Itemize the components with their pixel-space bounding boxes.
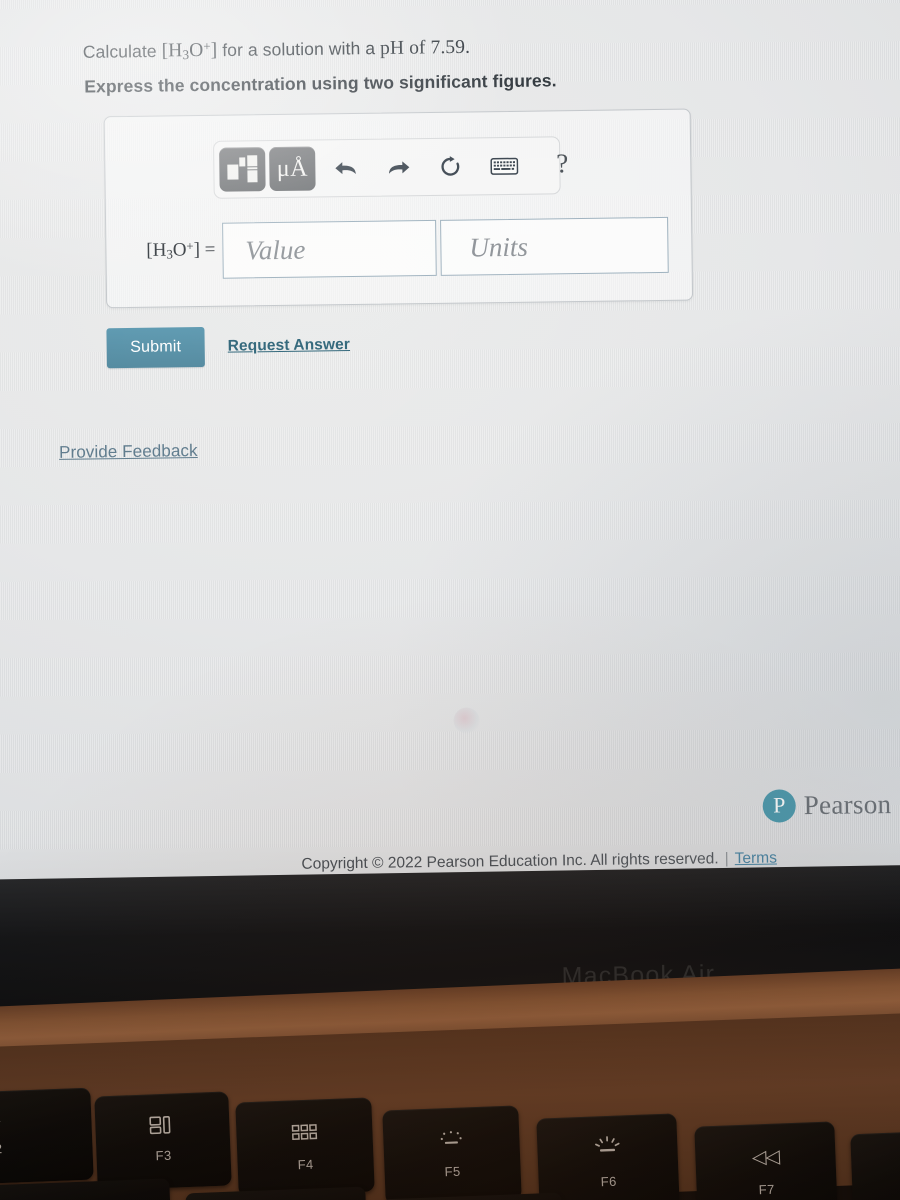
help-icon[interactable]: ?: [541, 143, 584, 188]
answer-panel: μÅ ? [H3O+] = Value Units: [103, 108, 694, 309]
brightness-up-icon: ☼: [0, 1110, 4, 1130]
question-prompt-mid: for a solution with a: [217, 38, 381, 61]
pearson-mark-icon: P: [762, 789, 796, 823]
key-f2[interactable]: ☼ F2: [0, 1087, 94, 1185]
value-input[interactable]: Value: [222, 219, 437, 279]
answer-toolbar: μÅ ?: [212, 136, 568, 199]
template-icon[interactable]: [219, 147, 266, 192]
key-f4-label: F4: [297, 1156, 314, 1173]
question-instruction: Express the concentration using two sign…: [84, 70, 557, 97]
copyright-separator: |: [724, 850, 729, 868]
screen-smudge-artifact: [453, 707, 480, 734]
micro-angstrom-label: μÅ: [276, 155, 309, 182]
keyboard-backlight-down-icon: [383, 1127, 520, 1153]
redo-icon[interactable]: [377, 145, 420, 190]
browser-page: Calculate [H3O+] for a solution with a p…: [0, 0, 900, 905]
key-f8[interactable]: [850, 1129, 900, 1200]
question-prompt: Calculate [H3O+] for a solution with a p…: [83, 36, 471, 64]
ph-symbol: pH: [379, 37, 405, 60]
pearson-wordmark: Pearson: [803, 789, 892, 821]
key-f4[interactable]: F4: [235, 1097, 375, 1197]
hydronium-formula: [H3O+]: [161, 39, 218, 63]
mission-control-icon: [95, 1113, 230, 1139]
key-f2-label: F2: [0, 1141, 3, 1157]
undo-icon[interactable]: [325, 146, 368, 191]
key-f7-label: F7: [758, 1181, 775, 1198]
question-prompt-pre: Calculate: [82, 40, 162, 62]
answer-input-row: [H3O+] = Value Units: [118, 214, 681, 283]
keyboard-backlight-up-icon: [537, 1133, 678, 1161]
key-f6-label: F6: [600, 1173, 617, 1190]
terms-link[interactable]: Terms: [735, 850, 777, 868]
variable-label: [H3O+] =: [146, 239, 216, 262]
launchpad-icon: [236, 1121, 373, 1146]
key-f5-label: F5: [444, 1163, 461, 1180]
key-f6[interactable]: F6: [536, 1113, 680, 1200]
pearson-logo: P Pearson: [762, 788, 892, 823]
micro-angstrom-units-icon[interactable]: μÅ: [269, 146, 316, 192]
units-input[interactable]: Units: [440, 216, 669, 276]
laptop-screen: Calculate [H3O+] for a solution with a p…: [0, 0, 900, 915]
provide-feedback-link[interactable]: Provide Feedback: [59, 441, 198, 463]
key-f7[interactable]: ◁◁ F7: [694, 1121, 838, 1200]
question-prompt-post: of 7.59.: [404, 36, 471, 59]
reset-icon[interactable]: [429, 144, 472, 189]
request-answer-link[interactable]: Request Answer: [228, 336, 351, 356]
laptop-photo: Calculate [H3O+] for a solution with a p…: [0, 0, 900, 1200]
key-f5[interactable]: F5: [382, 1105, 522, 1200]
submit-button[interactable]: Submit: [106, 326, 205, 369]
key-f3-label: F3: [155, 1147, 172, 1164]
key-f3[interactable]: F3: [94, 1091, 232, 1191]
template-glyph: [227, 155, 258, 183]
help-glyph: ?: [556, 148, 569, 179]
keyboard-icon[interactable]: [483, 144, 526, 189]
rewind-icon: ◁◁: [751, 1146, 780, 1169]
